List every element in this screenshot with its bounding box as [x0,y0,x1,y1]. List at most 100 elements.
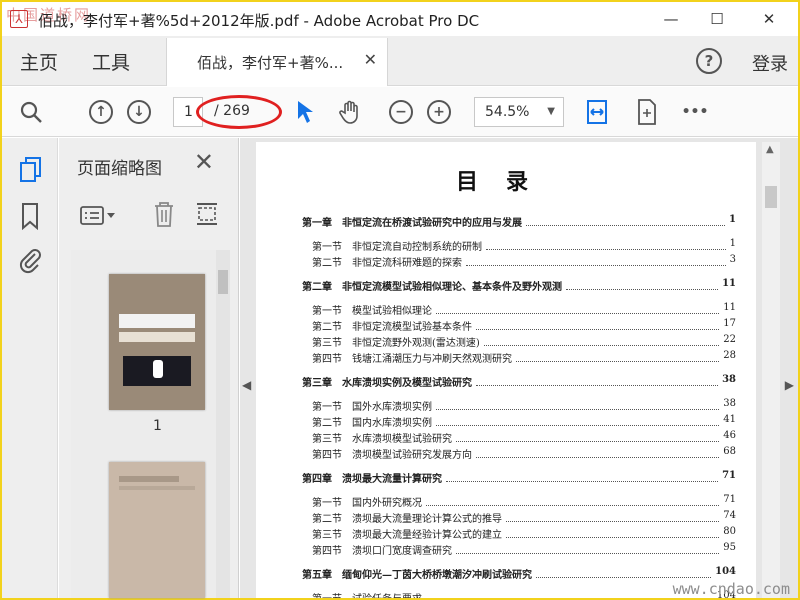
toc-leader-dots [476,374,719,386]
toc-section-entry[interactable]: 第四节 溃坝模型试验研究发展方向 68 [312,446,736,461]
toc-section-entry[interactable]: 第一节 非恒定流自动控制系统的研制 1 [312,238,736,253]
toc-section-entry[interactable]: 第二节 非恒定流模型试验基本条件 17 [312,318,736,333]
toc-entry-label: 第四节 [312,546,342,557]
toc-entry-text: 非恒定流在桥渡试验研究中的应用与发展 [342,218,522,229]
toc-section-entry[interactable]: 第三节 水库溃坝模型试验研究 46 [312,430,736,445]
nav-home[interactable]: 主页 [20,48,58,75]
toc-section-entry[interactable]: 第一节 模型试验相似理论 11 [312,302,736,317]
maximize-button[interactable]: ☐ [694,6,740,32]
zoom-out-icon[interactable]: − [386,97,416,127]
toc-entry-page: 11 [723,302,736,313]
thumbnail-options-icon[interactable] [79,204,117,228]
chevron-down-icon: ▼ [547,106,555,117]
toc-entry-label: 第四章 [302,474,332,485]
document-scrollbar[interactable]: ▲ [762,142,780,598]
toc-entry-label: 第三节 [312,434,342,445]
toc-entry-text: 国内外研究概况 [352,498,422,509]
toc-chapter-entry[interactable]: 第五章 缅甸仰光—丁茵大桥桥墩潮汐冲刷试验研究 104 [302,566,736,581]
more-tools-icon[interactable]: ••• [680,97,710,127]
toc-leader-dots [426,494,720,506]
document-tab-label: 佰战，李付军+著%... [197,54,344,72]
toc-entry-text: 模型试验相似理论 [352,306,432,317]
zoom-value: 54.5% [485,104,530,120]
toc-leader-dots [446,470,719,482]
fit-width-icon[interactable] [582,97,612,127]
zoom-in-icon[interactable]: + [424,97,454,127]
toc-entry-text: 钱塘江涌潮压力与冲刷天然观测研究 [352,354,512,365]
page-thumbnails-icon[interactable] [18,156,44,182]
page-thumbnail-1[interactable] [109,274,205,410]
toc-entry-page: 80 [723,526,736,537]
toc-section-entry[interactable]: 第一节 国外水库溃坝实例 38 [312,398,736,413]
page-thumbnail-2[interactable] [109,462,205,598]
thumbnail-page-number: 1 [153,418,162,434]
thumbnails-scrollbar[interactable] [216,250,230,598]
zoom-select[interactable]: 54.5% ▼ [474,97,564,127]
toc-leader-dots [536,566,712,578]
toc-section-entry[interactable]: 第四节 溃坝口门宽度调查研究 95 [312,542,736,557]
rotate-page-icon[interactable] [193,200,221,228]
thumbnails-scroll-thumb[interactable] [218,270,228,294]
toc-section-entry[interactable]: 第二节 国内水库溃坝实例 41 [312,414,736,429]
help-icon[interactable]: ? [696,48,722,74]
close-window-button[interactable]: ✕ [746,6,792,32]
close-tab-icon[interactable]: ✕ [364,50,377,69]
toc-section-entry[interactable]: 第一节 国内外研究概况 71 [312,494,736,509]
toc-section-entry[interactable]: 第二节 非恒定流科研难题的探索 3 [312,254,736,269]
minimize-button[interactable]: — [648,6,694,32]
toc-leader-dots [506,510,720,522]
toc-entry-text: 溃坝最大流量理论计算公式的推导 [352,514,502,525]
toc-leader-dots [566,278,719,290]
previous-page-icon[interactable]: ↑ [86,97,116,127]
toc-entry-label: 第一章 [302,218,332,229]
next-page-icon[interactable]: ↓ [124,97,154,127]
navigation-rail [2,138,58,598]
select-cursor-icon[interactable] [290,97,320,127]
toc-leader-dots [476,446,720,458]
toc-entry-label: 第一节 [312,402,342,413]
page-thumbnails-panel: 页面缩略图 ✕ 1 [59,138,239,598]
toc-entry-text: 溃坝最大流量计算研究 [342,474,442,485]
toc-section-entry[interactable]: 第二节 溃坝最大流量理论计算公式的推导 74 [312,510,736,525]
toc-entry-text: 非恒定流野外观测(雷达测速) [352,338,480,349]
hand-tool-icon[interactable] [336,97,366,127]
pdf-page: 目录 第一章 非恒定流在桥渡试验研究中的应用与发展 1 第一节 非恒定流自动控制系统的研… [256,142,756,598]
toc-entry-text: 非恒定流模型试验基本条件 [352,322,472,333]
toc-leader-dots [516,350,720,362]
search-icon[interactable] [16,97,46,127]
toc-chapter-entry[interactable]: 第二章 非恒定流模型试验相似理论、基本条件及野外观测 11 [302,278,736,293]
toc-entry-page: 1 [729,238,736,249]
toc-entry-page: 38 [722,374,736,385]
toc-chapter-entry[interactable]: 第三章 水库溃坝实例及模型试验研究 38 [302,374,736,389]
delete-page-icon[interactable] [151,200,177,228]
document-scroll-thumb[interactable] [765,186,777,208]
toc-entry-label: 第三章 [302,378,332,389]
toc-entry-text: 试验任务与要求 [352,590,422,598]
scroll-up-icon[interactable]: ▲ [766,144,774,155]
toc-chapter-entry[interactable]: 第四章 溃坝最大流量计算研究 71 [302,470,736,485]
toc-section-entry[interactable]: 第三节 溃坝最大流量经验计算公式的建立 80 [312,526,736,541]
toc-leader-dots [456,430,720,442]
collapse-left-panel-icon[interactable]: ◀ [242,378,252,392]
document-tab[interactable]: 佰战，李付军+著%... ✕ [166,38,388,86]
expand-right-panel-icon[interactable]: ▶ [785,378,794,392]
menu-bar: 主页 工具 佰战，李付军+著%... ✕ ? 登录 [2,36,798,86]
window-title: 佰战，李付军+著%5d+2012年版.pdf - Adobe Acrobat P… [38,12,480,30]
bookmark-icon[interactable] [18,202,44,231]
attachment-icon[interactable] [18,246,44,274]
toc-entry-page: 95 [723,542,736,553]
toc-section-entry[interactable]: 第四节 钱塘江涌潮压力与冲刷天然观测研究 28 [312,350,736,365]
page-display-icon[interactable] [632,97,662,127]
toc-entry-label: 第二节 [312,418,342,429]
toc-entry-page: 28 [723,350,736,361]
nav-tools[interactable]: 工具 [92,48,130,75]
toc-leader-dots [483,334,720,346]
login-button[interactable]: 登录 [752,50,788,76]
close-panel-icon[interactable]: ✕ [194,148,214,176]
toc-entry-page: 104 [715,566,736,577]
toc-chapter-entry[interactable]: 第一章 非恒定流在桥渡试验研究中的应用与发展 1 [302,214,736,229]
toc-entry-text: 溃坝口门宽度调查研究 [352,546,452,557]
toc-entry-label: 第五章 [302,570,332,581]
toc-entry-page: 41 [723,414,736,425]
toc-section-entry[interactable]: 第三节 非恒定流野外观测(雷达测速) 22 [312,334,736,349]
